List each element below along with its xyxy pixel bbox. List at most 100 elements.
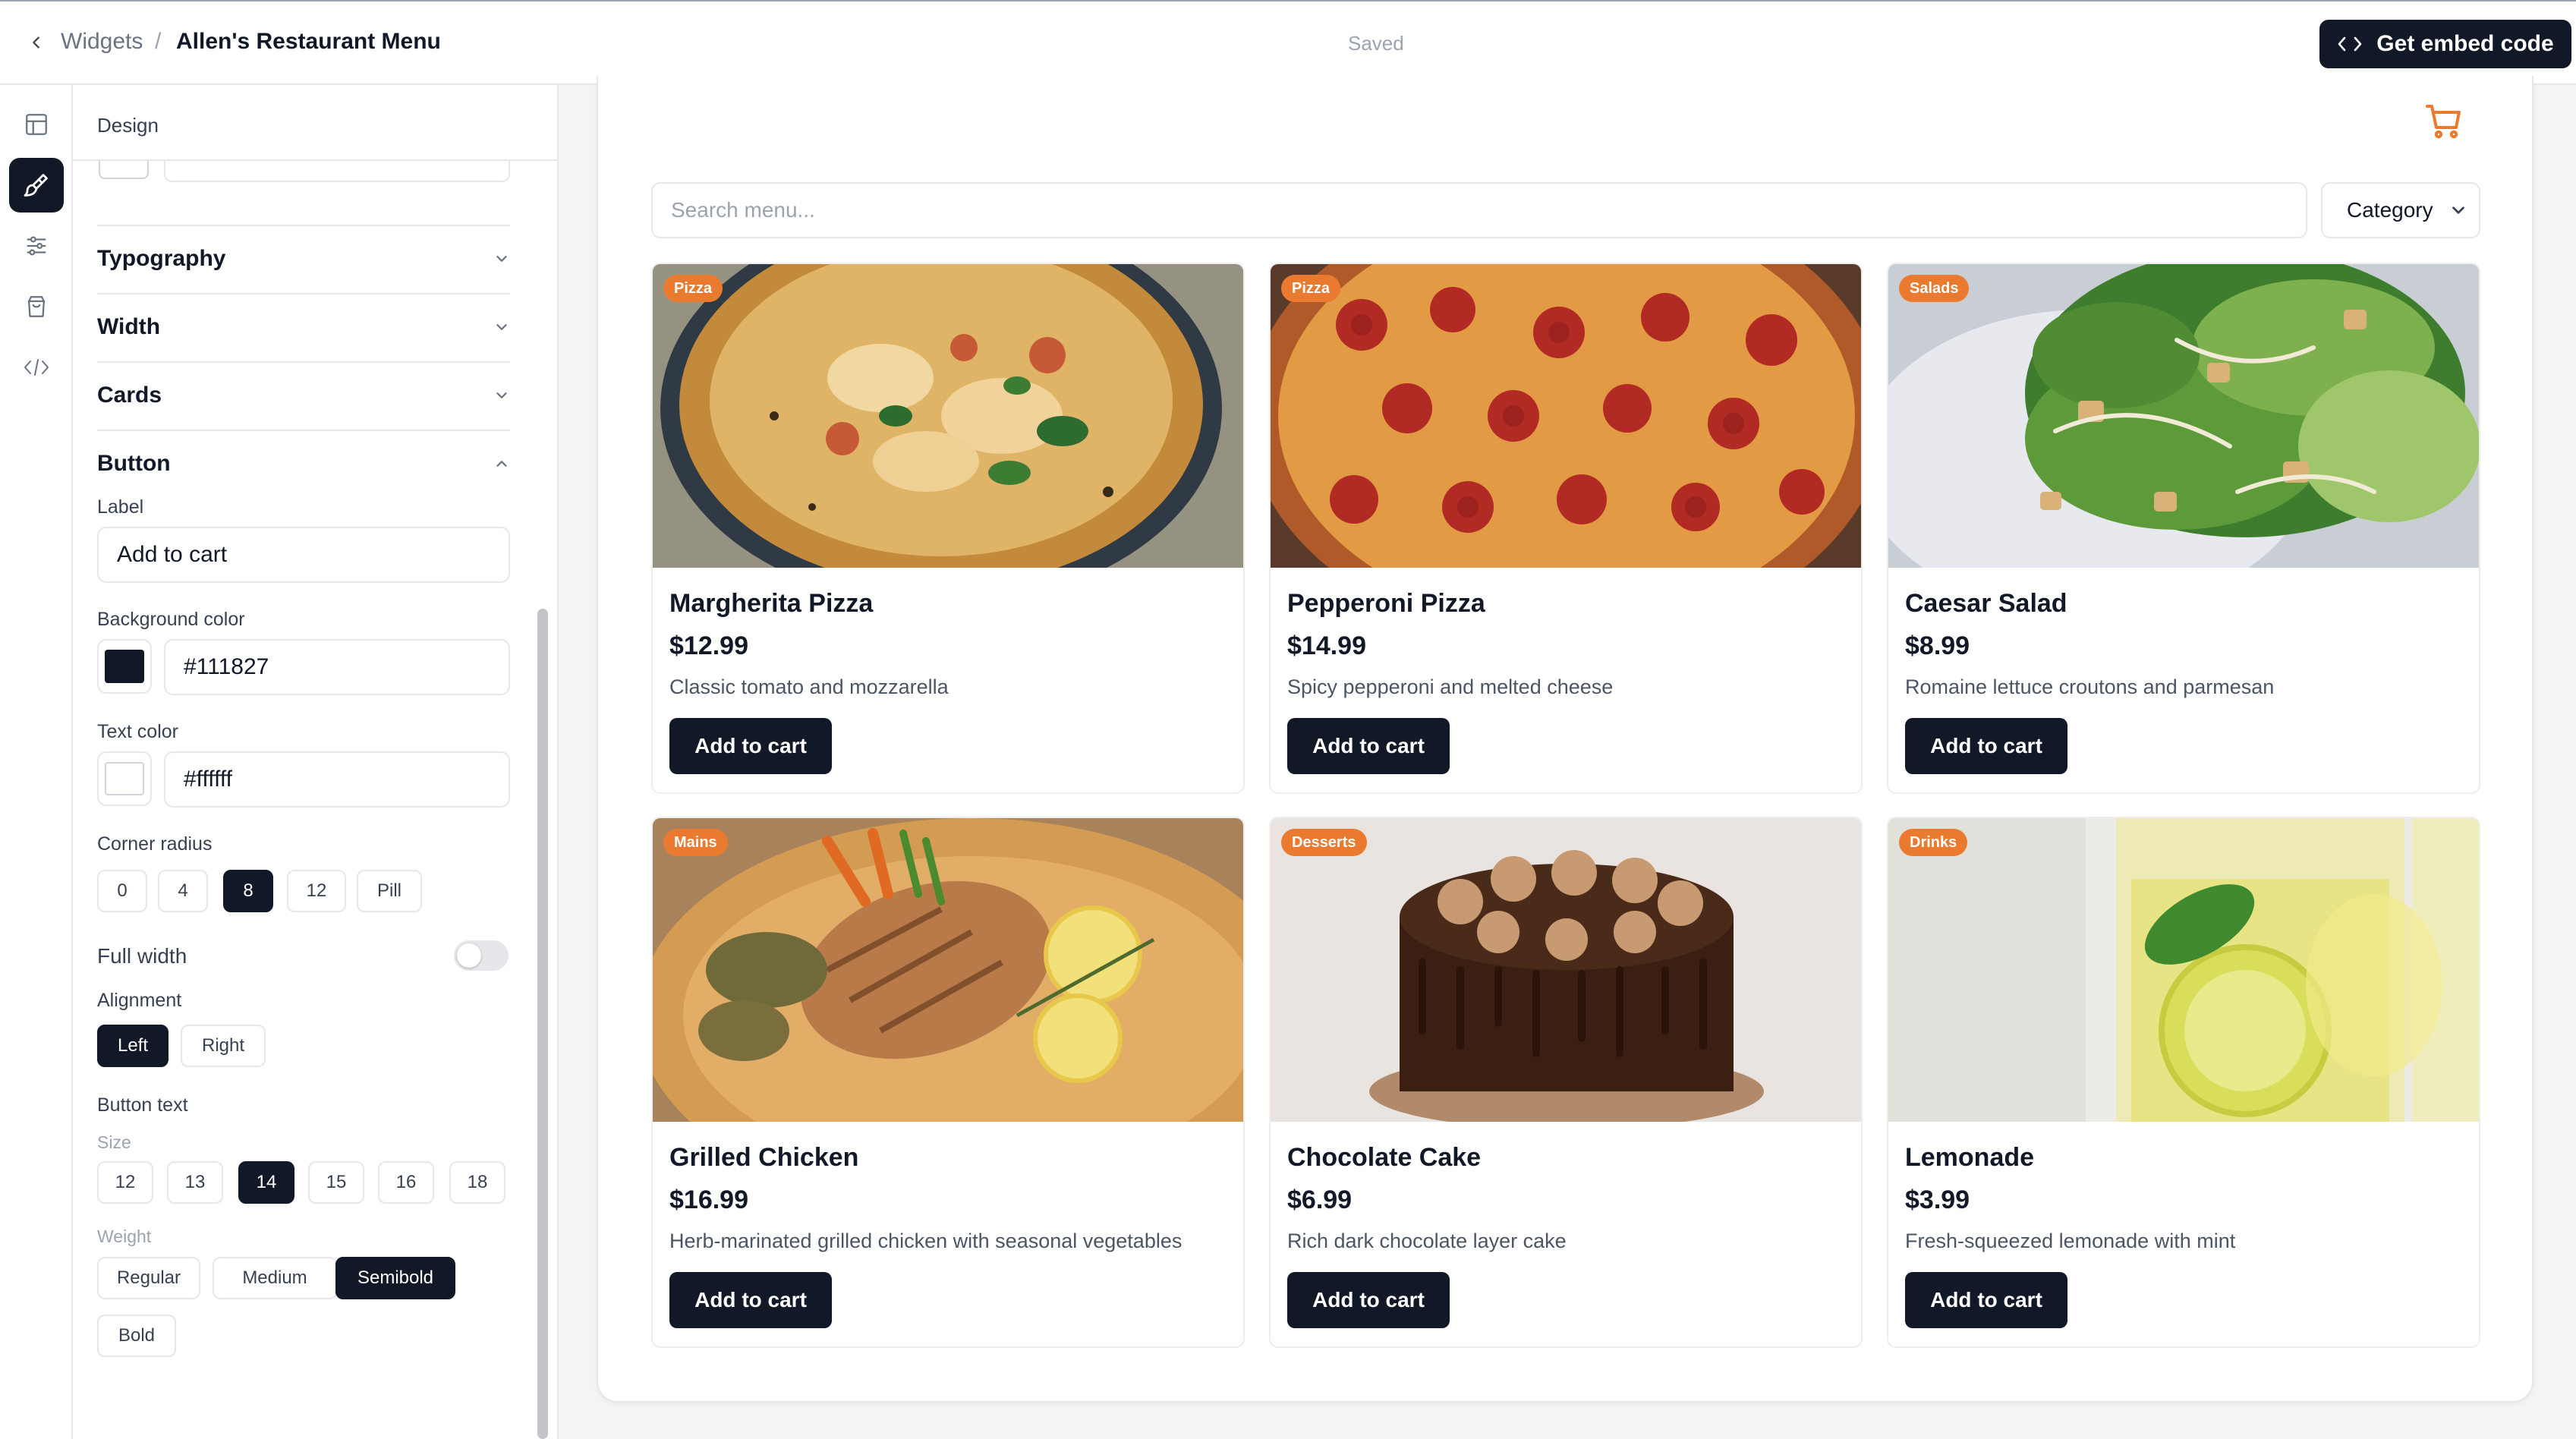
background-color-swatch-fill — [105, 650, 144, 683]
panel-scrollbar[interactable] — [537, 609, 548, 1439]
menu-item-card: Drinks Lemonade $3.99 Fresh-squeezed lem… — [1887, 817, 2480, 1348]
typography-section-toggle[interactable]: Typography — [97, 225, 510, 291]
text-size-option-13[interactable]: 13 — [167, 1161, 223, 1204]
chevron-down-icon — [496, 392, 507, 398]
breadcrumb-widgets-link[interactable]: Widgets — [61, 29, 143, 55]
add-to-cart-button[interactable]: Add to cart — [1287, 1272, 1450, 1328]
menu-item-price: $14.99 — [1287, 631, 1366, 660]
top-bar: Widgets / Allen's Restaurant Menu Saved … — [0, 0, 2576, 85]
layout-icon — [26, 114, 47, 135]
category-select-label: Category — [2347, 198, 2433, 222]
rail-code-button[interactable] — [9, 340, 64, 395]
cards-section-toggle[interactable]: Cards — [97, 361, 510, 428]
rail-layout-button[interactable] — [9, 97, 64, 152]
add-to-cart-button[interactable]: Add to cart — [1287, 718, 1450, 774]
previous-color-input[interactable] — [164, 161, 510, 182]
caesar-salad-photo — [1888, 264, 2479, 568]
paintbrush-icon — [24, 174, 48, 197]
menu-item-price: $3.99 — [1905, 1186, 1970, 1214]
menu-item-price: $16.99 — [669, 1186, 748, 1214]
menu-search-input[interactable] — [651, 182, 2307, 238]
margherita-pizza-photo — [653, 264, 1243, 568]
category-badge: Mains — [663, 829, 728, 856]
menu-item-name: Margherita Pizza — [669, 589, 874, 618]
get-embed-code-button[interactable]: Get embed code — [2319, 20, 2571, 68]
grilled-chicken-photo — [653, 818, 1243, 1122]
category-badge: Desserts — [1281, 829, 1367, 856]
radius-option-0[interactable]: 0 — [97, 870, 147, 912]
menu-item-name: Grilled Chicken — [669, 1143, 859, 1172]
design-panel: Design Typography Width Cards Button Lab… — [73, 85, 559, 1439]
radius-option-4[interactable]: 4 — [158, 870, 208, 912]
full-width-title: Full width — [97, 944, 187, 968]
width-section-toggle[interactable]: Width — [97, 293, 510, 360]
width-section-label: Width — [97, 314, 161, 339]
radius-option-pill[interactable]: Pill — [357, 870, 422, 912]
radius-option-8[interactable]: 8 — [223, 870, 273, 912]
text-color-swatch-fill — [105, 762, 144, 795]
save-status: Saved — [1348, 32, 1404, 55]
radius-option-12[interactable]: 12 — [287, 870, 346, 912]
weight-option-semibold[interactable]: Semibold — [335, 1257, 455, 1299]
text-size-option-16[interactable]: 16 — [378, 1161, 434, 1204]
rail-settings-button[interactable] — [9, 219, 64, 273]
button-label-input[interactable]: Add to cart — [97, 527, 510, 583]
menu-item-description: Fresh-squeezed lemonade with mint — [1905, 1230, 2236, 1252]
shopping-cart-icon[interactable] — [2424, 102, 2464, 141]
background-color-swatch[interactable] — [97, 639, 152, 694]
full-width-toggle[interactable] — [454, 940, 509, 971]
menu-item-name: Lemonade — [1905, 1143, 2035, 1172]
button-text-size-title: Size — [97, 1132, 131, 1152]
category-select[interactable]: Category — [2321, 182, 2480, 238]
category-badge: Pizza — [1281, 275, 1341, 302]
menu-item-description: Spicy pepperoni and melted cheese — [1287, 675, 1614, 698]
menu-item-card: Desserts Chocolate Cake $6.99 Rich dark … — [1269, 817, 1863, 1348]
back-button[interactable] — [21, 27, 52, 58]
button-section-toggle[interactable]: Button — [97, 430, 510, 496]
menu-item-price: $8.99 — [1905, 631, 1970, 660]
background-color-input[interactable]: #111827 — [164, 639, 510, 695]
menu-item-price: $12.99 — [669, 631, 748, 660]
chevron-left-icon — [33, 36, 39, 49]
add-to-cart-button[interactable]: Add to cart — [1905, 1272, 2067, 1328]
icon-rail — [0, 85, 73, 1439]
typography-section-label: Typography — [97, 246, 226, 271]
rail-shop-button[interactable] — [9, 279, 64, 334]
text-size-option-12[interactable]: 12 — [97, 1161, 153, 1204]
weight-option-regular[interactable]: Regular — [97, 1257, 200, 1299]
chevron-down-icon — [2452, 206, 2464, 214]
text-color-value: #ffffff — [184, 767, 232, 792]
alignment-right-option[interactable]: Right — [181, 1025, 266, 1067]
cards-section-label: Cards — [97, 383, 162, 408]
menu-item-description: Herb-marinated grilled chicken with seas… — [669, 1230, 1183, 1252]
weight-option-bold[interactable]: Bold — [97, 1315, 176, 1357]
menu-item-name: Chocolate Cake — [1287, 1143, 1482, 1172]
previous-color-swatch[interactable] — [99, 161, 149, 179]
alignment-left-option[interactable]: Left — [97, 1025, 168, 1067]
panel-title: Design — [97, 114, 159, 137]
category-badge: Drinks — [1899, 829, 1968, 856]
category-badge: Salads — [1899, 275, 1970, 302]
menu-item-description: Rich dark chocolate layer cake — [1287, 1230, 1567, 1252]
sliders-icon — [27, 236, 46, 256]
breadcrumb-separator: / — [155, 29, 162, 54]
panel-header: Design — [73, 85, 557, 161]
text-color-swatch[interactable] — [97, 751, 152, 806]
alignment-title: Alignment — [97, 990, 182, 1011]
weight-option-medium[interactable]: Medium — [213, 1257, 337, 1299]
menu-item-price: $6.99 — [1287, 1186, 1353, 1214]
text-size-option-15[interactable]: 15 — [308, 1161, 364, 1204]
button-label-title: Label — [97, 496, 144, 518]
text-size-option-14[interactable]: 14 — [238, 1161, 294, 1204]
add-to-cart-button[interactable]: Add to cart — [669, 718, 832, 774]
text-color-input[interactable]: #ffffff — [164, 751, 510, 808]
menu-item-description: Classic tomato and mozzarella — [669, 675, 949, 698]
text-size-option-18[interactable]: 18 — [449, 1161, 505, 1204]
full-width-toggle-knob — [457, 943, 481, 968]
add-to-cart-button[interactable]: Add to cart — [1905, 718, 2067, 774]
text-color-title: Text color — [97, 721, 178, 742]
pepperoni-pizza-photo — [1271, 264, 1861, 568]
background-color-title: Background color — [97, 609, 245, 630]
add-to-cart-button[interactable]: Add to cart — [669, 1272, 832, 1328]
rail-design-button[interactable] — [9, 158, 64, 213]
